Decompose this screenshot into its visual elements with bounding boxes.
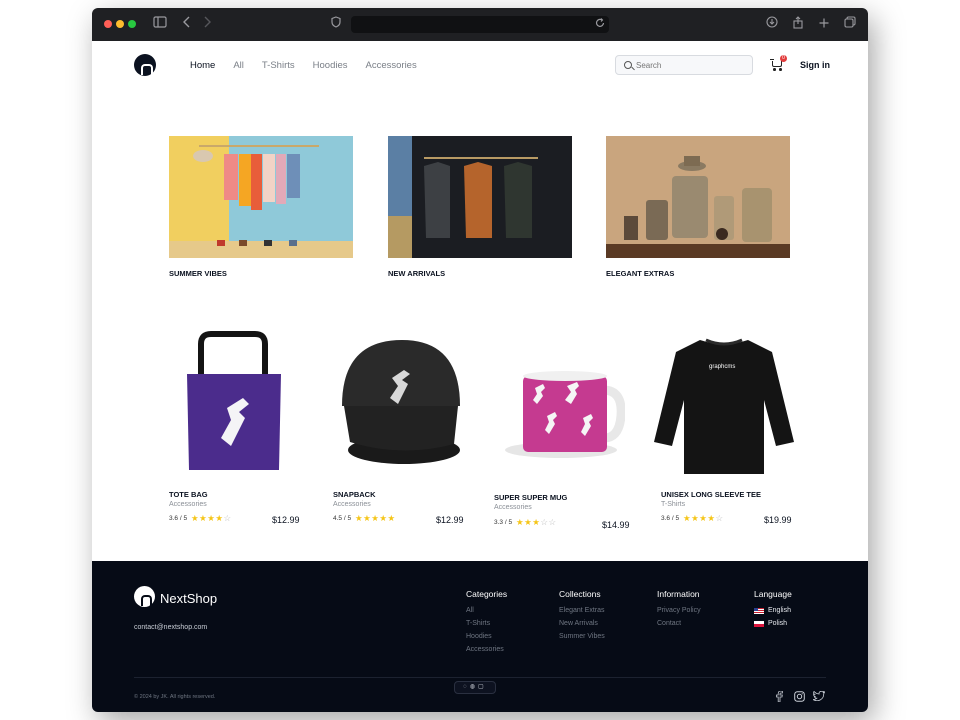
language-polish[interactable]: Polish [768,620,787,627]
footer-logo-icon[interactable] [134,586,155,607]
product-price: $14.99 [602,520,630,530]
collection-summer-vibes-image[interactable] [169,136,353,258]
page-content: Home All T-Shirts Hoodies Accessories 0 … [92,41,868,561]
nav-all[interactable]: All [233,60,244,71]
product-category: Accessories [333,501,371,508]
product-category: Accessories [169,501,207,508]
search-icon [624,61,632,69]
browser-window: Home All T-Shirts Hoodies Accessories 0 … [92,8,868,712]
sign-in-link[interactable]: Sign in [800,60,830,70]
footer-link[interactable]: Elegant Extras [559,607,605,614]
sidebar-toggle-icon[interactable] [152,16,168,32]
search-box [615,55,753,75]
footer-link[interactable]: Privacy Policy [657,607,701,614]
product-price: $12.99 [436,515,464,525]
product-rating-stars: ★★★★★ [355,513,396,523]
collection-label[interactable]: SUMMER VIBES [169,269,227,278]
language-english[interactable]: English [768,607,791,614]
footer-copyright: © 2024 by JK. All rights reserved. [134,694,216,700]
footer-brand[interactable]: NextShop [160,591,217,606]
product-name[interactable]: SUPER SUPER MUG [494,493,567,502]
footer-link[interactable]: New Arrivals [559,620,598,627]
footer-collections-title: Collections [559,589,601,599]
us-flag-icon [754,608,764,614]
cart-count-badge: 0 [780,55,787,62]
collection-new-arrivals-image[interactable] [388,136,572,258]
browser-toolbar [92,8,868,41]
stage: Home All T-Shirts Hoodies Accessories 0 … [0,0,960,720]
reload-icon[interactable] [592,16,608,32]
facebook-icon[interactable] [773,690,785,703]
dev-toolbar[interactable]: ◌◍▢ [454,681,496,694]
product-mug-image[interactable] [485,326,626,476]
product-rating-text: 4.5 / 5 [333,515,352,522]
product-name[interactable]: SNAPBACK [333,490,376,499]
nav-home[interactable]: Home [190,60,215,71]
collection-label[interactable]: ELEGANT EXTRAS [606,269,674,278]
product-price: $19.99 [764,515,792,525]
footer: NextShop contact@nextshop.com Categories… [92,561,868,712]
collection-elegant-extras-image[interactable] [606,136,790,258]
footer-email[interactable]: contact@nextshop.com [134,624,207,631]
pl-flag-icon [754,621,764,627]
search-input[interactable] [636,59,746,72]
footer-categories-title: Categories [466,589,508,599]
footer-link[interactable]: Hoodies [466,633,492,640]
tab-overview-icon[interactable] [842,16,858,32]
product-name[interactable]: TOTE BAG [169,490,208,499]
footer-link[interactable]: Contact [657,620,681,627]
product-category: Accessories [494,504,532,511]
footer-link[interactable]: T-Shirts [466,620,490,627]
footer-link[interactable]: Accessories [466,646,504,653]
product-price: $12.99 [272,515,300,525]
instagram-icon[interactable] [793,691,805,703]
product-rating-text: 3.3 / 5 [494,519,513,526]
product-long-sleeve-tee-image[interactable]: graphcms [654,326,794,476]
collection-label[interactable]: NEW ARRIVALS [388,269,445,278]
shirt-print-text: graphcms [709,364,736,370]
nav-accessories[interactable]: Accessories [366,60,417,71]
footer-information-title: Information [657,589,700,599]
product-rating-stars: ★★★★☆ [683,513,724,523]
product-tote-bag-image[interactable] [169,326,309,476]
forward-icon[interactable] [199,16,215,32]
footer-link[interactable]: Summer Vibes [559,633,605,640]
site-logo-icon[interactable] [134,54,156,76]
zoom-window-button[interactable] [128,20,136,28]
new-tab-icon[interactable] [816,16,832,32]
close-window-button[interactable] [104,20,112,28]
back-icon[interactable] [179,16,195,32]
main-nav: Home All T-Shirts Hoodies Accessories [190,60,435,71]
nav-tshirts[interactable]: T-Shirts [262,60,295,71]
footer-divider [134,677,826,678]
share-icon[interactable] [790,16,806,32]
product-name[interactable]: UNISEX LONG SLEEVE TEE [661,490,761,499]
product-rating-stars: ★★★☆☆ [516,517,557,527]
address-bar[interactable] [351,16,609,33]
product-category: T-Shirts [661,501,686,508]
footer-language-title: Language [754,589,792,599]
product-rating-stars: ★★★★☆ [191,513,232,523]
minimize-window-button[interactable] [116,20,124,28]
product-snapback-image[interactable] [332,326,472,476]
downloads-icon[interactable] [764,16,780,32]
footer-link[interactable]: All [466,607,474,614]
privacy-shield-icon[interactable] [328,16,344,32]
product-rating-text: 3.6 / 5 [661,515,680,522]
nav-hoodies[interactable]: Hoodies [313,60,348,71]
twitter-icon[interactable] [812,690,826,703]
product-rating-text: 3.6 / 5 [169,515,188,522]
